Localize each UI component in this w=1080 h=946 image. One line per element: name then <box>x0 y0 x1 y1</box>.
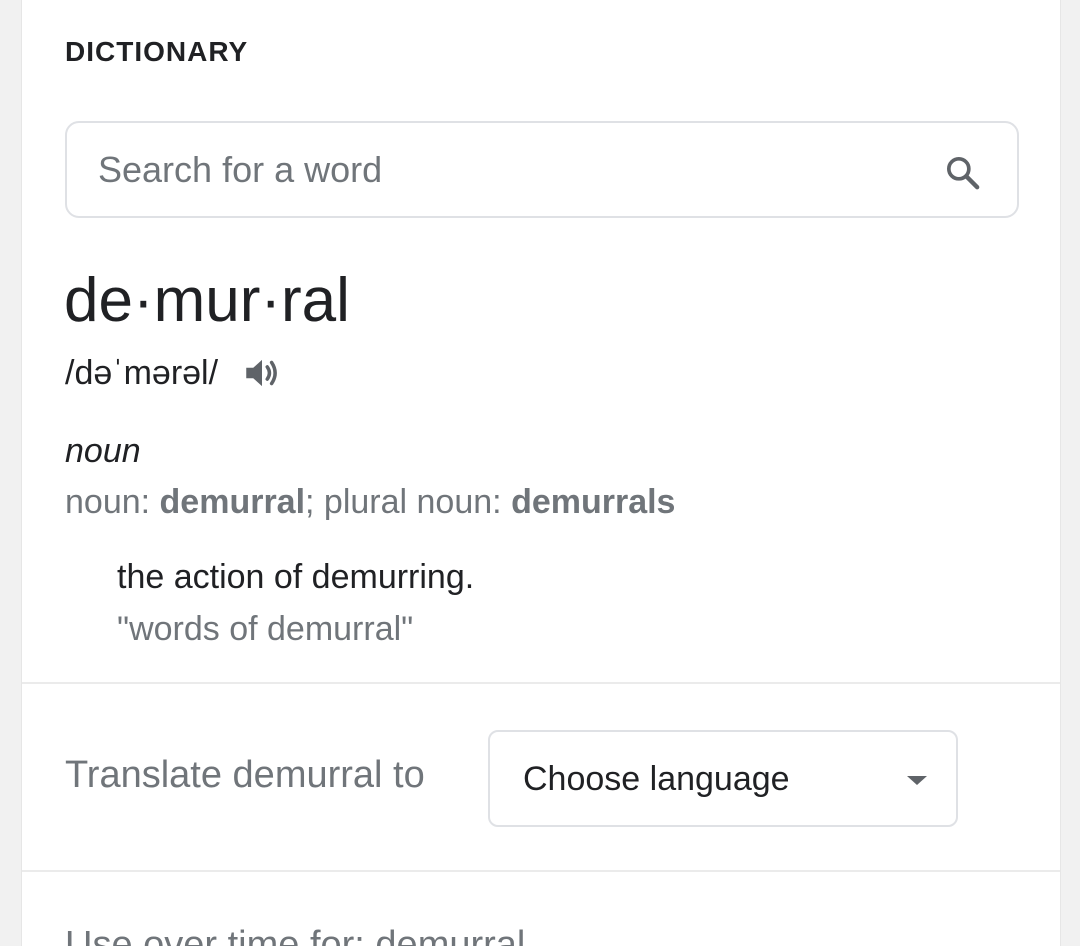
translate-label: Translate demurral to <box>65 754 425 796</box>
dropdown-arrow-icon <box>907 776 927 785</box>
word-forms: noun: demurral; plural noun: demurrals <box>65 485 675 519</box>
phonetic-spelling: /dəˈmərəl/ <box>65 354 219 392</box>
speaker-icon[interactable] <box>241 352 283 394</box>
divider <box>22 682 1060 684</box>
language-select-value: Choose language <box>523 760 790 798</box>
headword: de·mur·ral <box>64 266 350 335</box>
plural-prefix: ; plural noun: <box>305 483 512 521</box>
usage-example: "words of demurral" <box>117 610 414 648</box>
section-title: DICTIONARY <box>65 36 249 67</box>
part-of-speech: noun <box>65 432 141 470</box>
usage-over-time-title: Use over time for: demurral <box>65 924 526 946</box>
search-box[interactable] <box>65 121 1019 218</box>
search-input[interactable] <box>98 123 918 216</box>
singular-form: demurral <box>159 483 306 521</box>
plural-form: demurrals <box>511 483 676 521</box>
dictionary-card: DICTIONARY de·mur·ral /dəˈmərəl/ noun no… <box>21 0 1061 946</box>
definition: the action of demurring. <box>117 558 475 596</box>
language-select[interactable]: Choose language <box>488 730 958 827</box>
singular-prefix: noun: <box>65 483 160 521</box>
search-icon[interactable] <box>943 153 983 193</box>
divider <box>22 870 1060 872</box>
